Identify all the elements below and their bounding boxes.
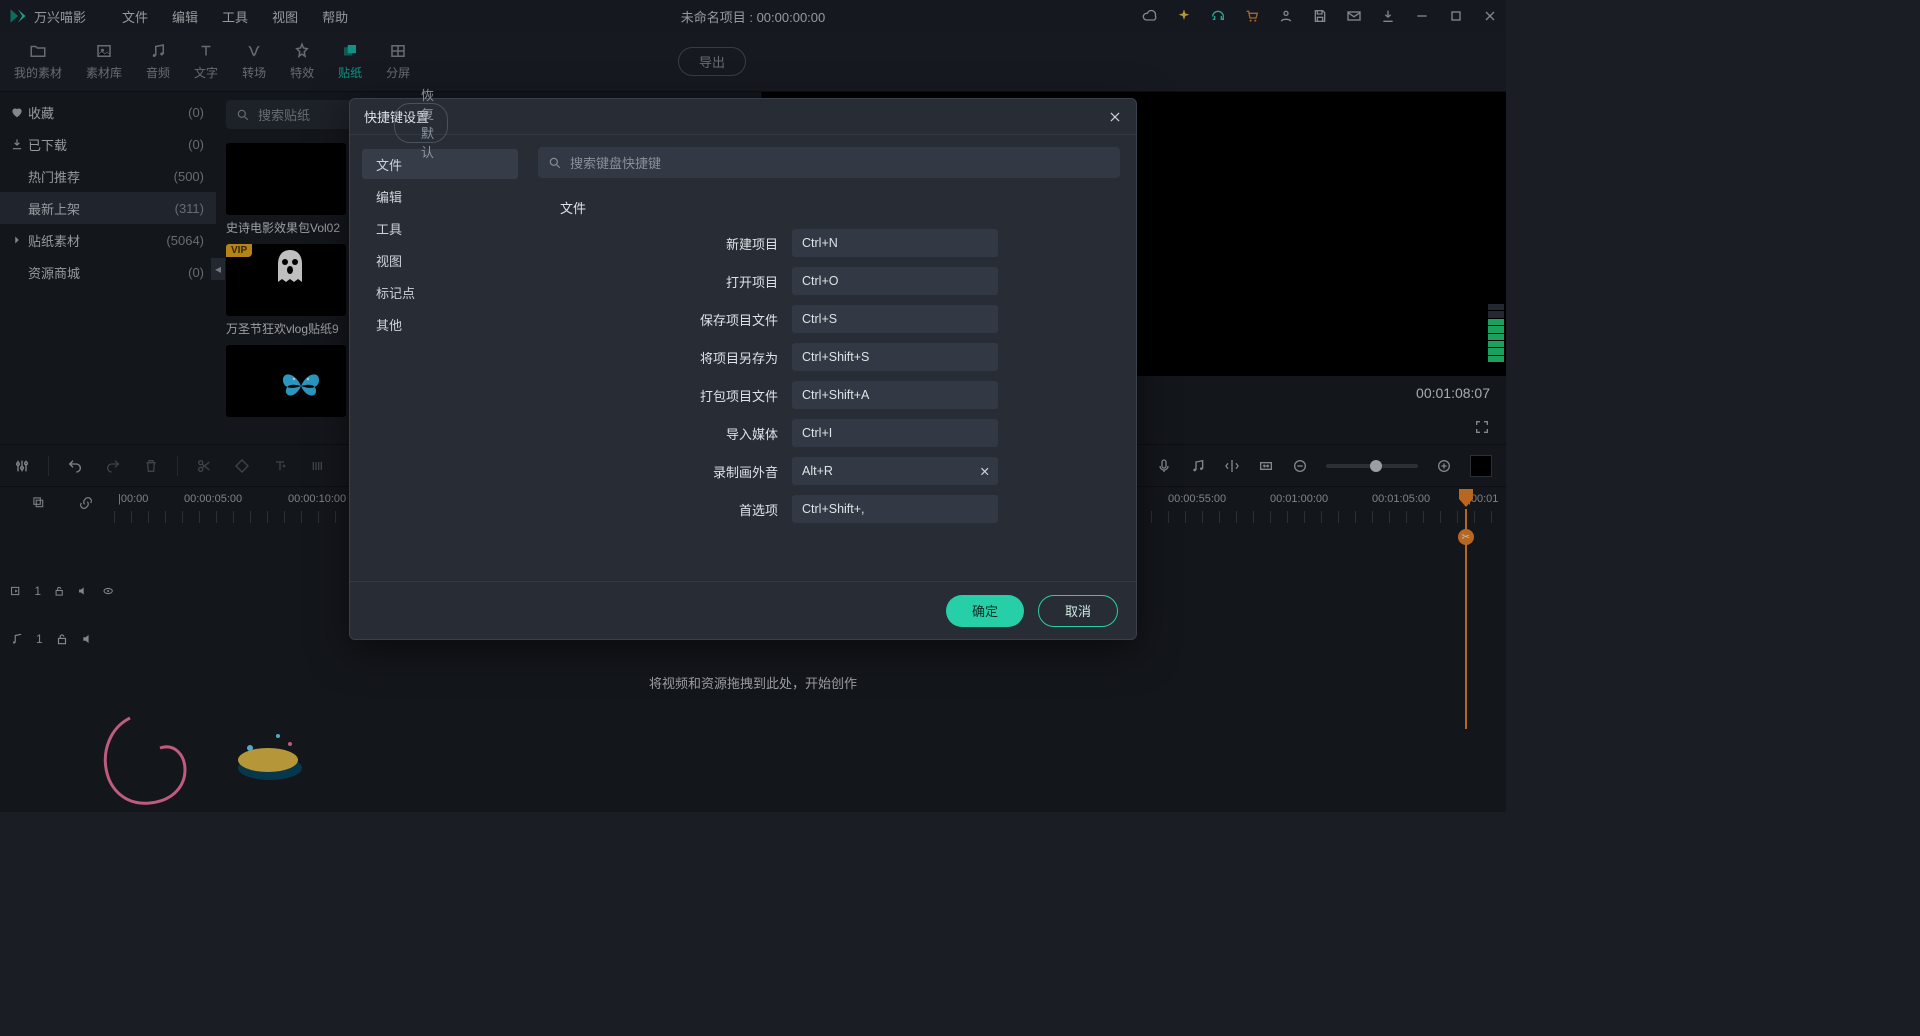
close-icon[interactable] <box>1108 110 1122 124</box>
shortcut-cat-1[interactable]: 编辑 <box>362 181 518 211</box>
shortcut-label: 导入媒体 <box>538 424 778 443</box>
shortcut-label: 打包项目文件 <box>538 386 778 405</box>
shortcut-label: 打开项目 <box>538 272 778 291</box>
shortcut-label: 首选项 <box>538 500 778 519</box>
shortcut-cat-5[interactable]: 其他 <box>362 309 518 339</box>
shortcut-row-3: 将项目另存为 Ctrl+Shift+S <box>538 343 1120 371</box>
shortcut-row-7: 首选项 Ctrl+Shift+, <box>538 495 1120 523</box>
shortcut-field[interactable]: Ctrl+S <box>792 305 998 333</box>
shortcut-label: 新建项目 <box>538 234 778 253</box>
shortcut-field[interactable]: Alt+R✕ <box>792 457 998 485</box>
shortcut-settings-dialog: 快捷键设置 文件编辑工具视图标记点其他 搜索键盘快捷键 文件 新建项目Ctrl+… <box>349 98 1137 640</box>
shortcut-field[interactable]: Ctrl+O <box>792 267 998 295</box>
shortcut-label: 保存项目文件 <box>538 310 778 329</box>
shortcut-field[interactable]: Ctrl+I <box>792 419 998 447</box>
shortcut-label: 录制画外音 <box>538 462 778 481</box>
shortcut-categories: 文件编辑工具视图标记点其他 <box>350 135 530 581</box>
shortcut-row-0: 新建项目 Ctrl+N <box>538 229 1120 257</box>
shortcut-search-placeholder: 搜索键盘快捷键 <box>570 153 661 172</box>
shortcut-cat-0[interactable]: 文件 <box>362 149 518 179</box>
shortcut-row-4: 打包项目文件 Ctrl+Shift+A <box>538 381 1120 409</box>
ok-button[interactable]: 确定 <box>946 595 1024 627</box>
shortcut-row-1: 打开项目 Ctrl+O <box>538 267 1120 295</box>
search-icon <box>548 156 562 170</box>
cancel-button[interactable]: 取消 <box>1038 595 1118 627</box>
shortcut-field[interactable]: Ctrl+N <box>792 229 998 257</box>
restore-defaults-button[interactable]: 恢复默认 <box>394 103 448 143</box>
shortcut-field[interactable]: Ctrl+Shift+, <box>792 495 998 523</box>
clear-icon[interactable]: ✕ <box>980 464 990 479</box>
shortcut-section-title: 文件 <box>560 198 1120 217</box>
shortcut-cat-3[interactable]: 视图 <box>362 245 518 275</box>
shortcut-cat-2[interactable]: 工具 <box>362 213 518 243</box>
shortcut-search[interactable]: 搜索键盘快捷键 <box>538 147 1120 178</box>
shortcut-row-6: 录制画外音 Alt+R✕ <box>538 457 1120 485</box>
shortcut-label: 将项目另存为 <box>538 348 778 367</box>
shortcut-row-5: 导入媒体 Ctrl+I <box>538 419 1120 447</box>
shortcut-cat-4[interactable]: 标记点 <box>362 277 518 307</box>
shortcut-field[interactable]: Ctrl+Shift+S <box>792 343 998 371</box>
shortcut-row-2: 保存项目文件 Ctrl+S <box>538 305 1120 333</box>
shortcut-field[interactable]: Ctrl+Shift+A <box>792 381 998 409</box>
